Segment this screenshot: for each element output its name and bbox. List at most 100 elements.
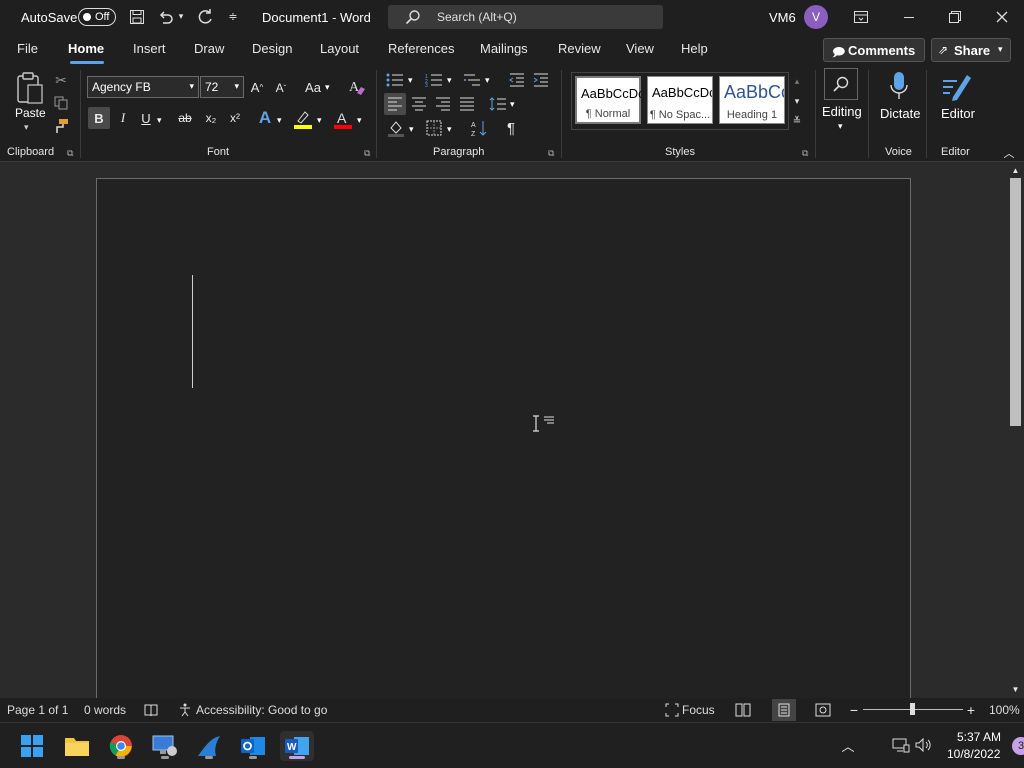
print-layout-icon[interactable] [772, 699, 796, 721]
bullets-icon[interactable] [385, 71, 405, 89]
text-effects-dropdown-icon[interactable]: ▾ [277, 115, 282, 126]
underline-dropdown-icon[interactable]: ▾ [157, 115, 162, 126]
zoom-level[interactable]: 100% [989, 703, 1020, 717]
styles-scroll-down-icon[interactable]: ▾ [790, 92, 804, 110]
tab-design[interactable]: Design [252, 41, 292, 56]
undo-dropdown-icon[interactable]: ▾ [176, 9, 186, 23]
paragraph-launcher-icon[interactable]: ⧉ [548, 148, 554, 159]
font-size-dropdown[interactable]: 72 ▾ [200, 76, 244, 98]
tab-review[interactable]: Review [558, 41, 601, 56]
word-icon[interactable]: W [280, 731, 314, 761]
network-icon[interactable] [891, 735, 911, 755]
italic-button[interactable]: I [114, 107, 132, 129]
editor-label[interactable]: Editor [941, 106, 975, 121]
line-spacing-dropdown-icon[interactable]: ▾ [510, 99, 515, 110]
zoom-out-icon[interactable]: − [848, 701, 860, 719]
tab-view[interactable]: View [626, 41, 654, 56]
word-count[interactable]: 0 words [84, 703, 126, 717]
tab-mailings[interactable]: Mailings [480, 41, 528, 56]
scroll-down-icon[interactable]: ▼ [1009, 683, 1022, 695]
restore-icon[interactable] [943, 7, 967, 27]
focus-label[interactable]: Focus [682, 703, 715, 717]
proofing-icon[interactable] [143, 702, 159, 718]
tab-help[interactable]: Help [681, 41, 708, 56]
show-hidden-icons[interactable]: ︿ [840, 735, 856, 755]
shrink-font-icon[interactable]: Aˇ [272, 78, 290, 98]
web-layout-icon[interactable] [814, 701, 832, 719]
scroll-thumb[interactable] [1010, 178, 1021, 426]
zoom-slider-thumb[interactable] [910, 703, 915, 715]
grow-font-icon[interactable]: A ^ [248, 77, 266, 97]
style-no-spacing[interactable]: AaBbCcDc ¶ No Spac... [647, 76, 713, 124]
clipboard-launcher-icon[interactable]: ⧉ [67, 148, 73, 159]
strikethrough-button[interactable]: ab [175, 107, 195, 129]
line-spacing-icon[interactable] [488, 93, 508, 115]
editing-dropdown-icon[interactable]: ▾ [838, 121, 843, 132]
autosave-toggle[interactable]: Off [78, 8, 116, 26]
underline-button[interactable]: U [138, 107, 154, 129]
shading-dropdown-icon[interactable]: ▾ [409, 124, 414, 135]
tab-insert[interactable]: Insert [133, 41, 166, 56]
editing-label[interactable]: Editing [822, 104, 862, 119]
align-right-icon[interactable] [433, 93, 453, 115]
collapse-ribbon-icon[interactable]: ︿ [1002, 146, 1016, 160]
tab-layout[interactable]: Layout [320, 41, 359, 56]
align-center-icon[interactable] [409, 93, 429, 115]
styles-scroll-up-icon[interactable]: ▴ [790, 72, 804, 90]
zoom-in-icon[interactable]: + [965, 701, 977, 719]
font-color-icon[interactable]: A [332, 108, 354, 130]
highlight-icon[interactable] [292, 108, 314, 130]
highlight-dropdown-icon[interactable]: ▾ [317, 115, 322, 126]
accessibility-icon[interactable] [178, 702, 194, 718]
paste-label[interactable]: Paste [15, 106, 46, 120]
scroll-up-icon[interactable]: ▲ [1009, 164, 1022, 176]
tab-home[interactable]: Home [68, 41, 104, 56]
clock-time[interactable]: 5:37 AM [957, 730, 1001, 744]
multilevel-list-icon[interactable] [462, 71, 482, 89]
read-mode-icon[interactable] [734, 701, 752, 719]
notification-badge[interactable]: 3 [1012, 737, 1024, 755]
page-count[interactable]: Page 1 of 1 [7, 703, 68, 717]
editor-icon[interactable] [940, 70, 974, 104]
borders-dropdown-icon[interactable]: ▾ [447, 124, 452, 135]
multilevel-dropdown-icon[interactable]: ▾ [485, 75, 490, 86]
focus-icon[interactable] [664, 702, 680, 718]
numbering-icon[interactable]: 123 [424, 71, 444, 89]
microphone-icon[interactable] [886, 70, 912, 104]
superscript-button[interactable]: x² [225, 107, 245, 129]
paste-dropdown-icon[interactable]: ▾ [24, 122, 29, 133]
ribbon-display-options-icon[interactable] [853, 9, 869, 25]
style-normal[interactable]: AaBbCcDc ¶ Normal [575, 76, 641, 124]
tab-draw[interactable]: Draw [194, 41, 224, 56]
accessibility-status[interactable]: Accessibility: Good to go [196, 703, 327, 717]
decrease-indent-icon[interactable] [508, 71, 526, 89]
clear-formatting-icon[interactable]: A [347, 77, 367, 97]
increase-indent-icon[interactable] [532, 71, 550, 89]
font-color-dropdown-icon[interactable]: ▾ [357, 115, 362, 126]
document-page[interactable] [96, 178, 911, 698]
minimize-icon[interactable] [897, 7, 921, 27]
close-icon[interactable] [990, 7, 1014, 27]
align-left-icon[interactable] [384, 93, 406, 115]
outlook-icon[interactable] [238, 731, 268, 761]
copy-icon[interactable] [53, 95, 69, 111]
customize-qat-icon[interactable]: ≑ [226, 9, 240, 23]
app-shark-icon[interactable] [194, 731, 224, 761]
font-launcher-icon[interactable]: ⧉ [364, 148, 370, 159]
change-case-icon[interactable]: Aa [302, 77, 324, 97]
font-name-dropdown[interactable]: Agency FB ▾ [87, 76, 199, 98]
comments-button[interactable]: 🗩 Comments [823, 38, 925, 62]
find-icon[interactable] [824, 68, 858, 100]
undo-icon[interactable] [156, 7, 176, 27]
numbering-dropdown-icon[interactable]: ▾ [447, 75, 452, 86]
bullets-dropdown-icon[interactable]: ▾ [408, 75, 413, 86]
text-effects-icon[interactable]: A [256, 107, 274, 129]
tab-file[interactable]: File [17, 41, 38, 56]
tab-references[interactable]: References [388, 41, 454, 56]
paste-icon[interactable] [14, 70, 46, 106]
vertical-scrollbar[interactable]: ▲ ▼ [1007, 162, 1024, 698]
file-explorer-icon[interactable] [62, 731, 92, 761]
clock-date[interactable]: 10/8/2022 [947, 747, 1000, 761]
search-box[interactable]: Search (Alt+Q) [388, 5, 663, 29]
dictate-label[interactable]: Dictate [880, 106, 920, 121]
